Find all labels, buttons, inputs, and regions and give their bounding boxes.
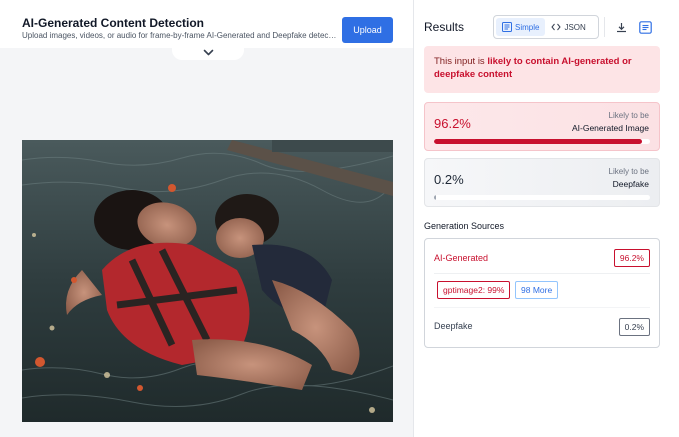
- deepfake-score-caption: Likely to be: [608, 167, 649, 176]
- generation-sources-panel: AI-Generated 96.2% gptimage2: 99% 98 Mor…: [424, 238, 660, 348]
- results-title: Results: [424, 20, 465, 34]
- report-button[interactable]: [637, 19, 653, 35]
- view-mode-toggle: Simple JSON: [493, 15, 599, 39]
- ai-score-label: AI-Generated Image: [571, 123, 649, 133]
- deepfake-score-bar-fill: [434, 195, 436, 200]
- download-icon: [616, 22, 626, 32]
- report-icon: [638, 20, 652, 34]
- json-view-button[interactable]: JSON: [545, 18, 591, 36]
- verdict-prefix: This input is: [434, 56, 488, 67]
- simple-view-button[interactable]: Simple: [496, 18, 546, 36]
- collapse-toggle[interactable]: [172, 46, 244, 60]
- list-icon: [502, 22, 512, 32]
- ai-score-bar-fill: [434, 139, 642, 144]
- app-title: AI-Generated Content Detection: [22, 16, 205, 30]
- deepfake-score-percent: 0.2%: [434, 172, 464, 187]
- verdict-banner: This input is likely to contain AI-gener…: [424, 46, 660, 93]
- ai-generated-score-card: 96.2% Likely to be AI-Generated Image: [424, 102, 660, 151]
- media-preview: [22, 140, 393, 422]
- deepfake-score-card: 0.2% Likely to be Deepfake: [424, 158, 660, 207]
- simple-view-label: Simple: [515, 22, 540, 32]
- ai-score-bar: [434, 139, 650, 144]
- upload-panel: AI-Generated Content Detection Upload im…: [0, 0, 413, 437]
- panel-header: AI-Generated Content Detection Upload im…: [0, 0, 413, 48]
- ai-source-label: AI-Generated: [434, 253, 489, 263]
- model-chip[interactable]: gptimage2: 99%: [437, 281, 511, 299]
- download-button[interactable]: [613, 19, 629, 35]
- upload-button[interactable]: Upload: [342, 17, 393, 43]
- panel-divider: [413, 0, 414, 437]
- deepfake-score-bar: [434, 195, 650, 200]
- chevron-down-icon: [203, 49, 213, 56]
- deepfake-source-label: Deepfake: [434, 321, 473, 331]
- deepfake-score-label: Deepfake: [612, 179, 649, 189]
- toolbar-separator: [604, 17, 605, 37]
- json-view-label: JSON: [564, 22, 586, 32]
- ai-source-percent-badge: 96.2%: [613, 249, 650, 267]
- preview-image: [22, 140, 393, 422]
- code-icon: [551, 23, 562, 31]
- generation-sources-title: Generation Sources: [424, 221, 505, 231]
- sources-divider-2: [434, 307, 650, 308]
- sources-divider: [434, 273, 650, 274]
- deepfake-source-percent-badge: 0.2%: [618, 318, 650, 336]
- ai-score-percent: 96.2%: [434, 116, 471, 131]
- more-models-chip[interactable]: 98 More: [515, 281, 559, 299]
- app-subtitle: Upload images, videos, or audio for fram…: [22, 31, 337, 40]
- ai-score-caption: Likely to be: [608, 111, 649, 120]
